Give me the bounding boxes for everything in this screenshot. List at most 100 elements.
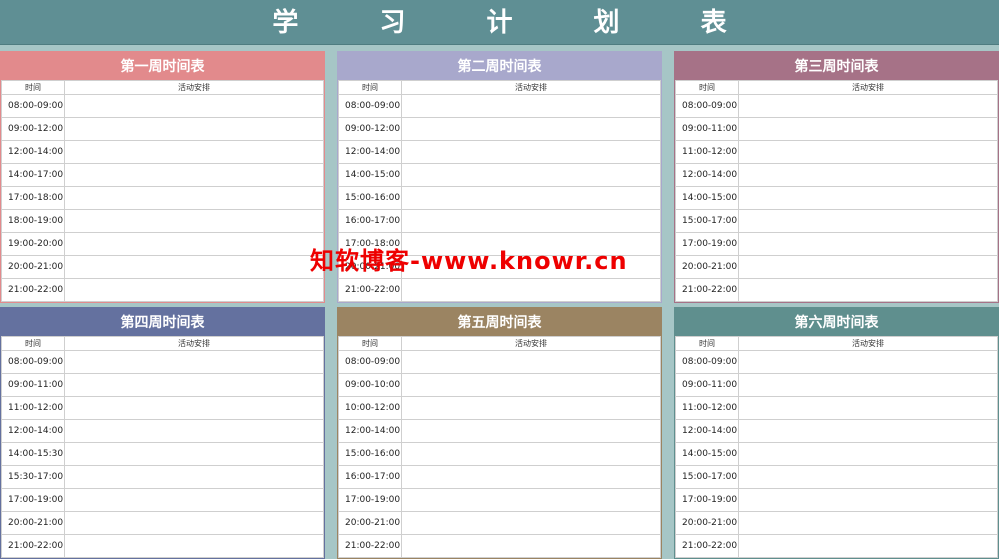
- activity-cell[interactable]: [738, 255, 998, 279]
- activity-cell[interactable]: [401, 511, 661, 535]
- table-row: 12:00-14:00: [675, 419, 998, 443]
- activity-cell[interactable]: [64, 278, 324, 302]
- time-slot: 17:00-19:00: [675, 232, 739, 256]
- table-row: 09:00-11:00: [675, 117, 998, 141]
- activity-cell[interactable]: [401, 94, 661, 118]
- activity-cell[interactable]: [738, 163, 998, 187]
- activity-cell[interactable]: [401, 350, 661, 374]
- activity-cell[interactable]: [64, 163, 324, 187]
- activity-cell[interactable]: [738, 350, 998, 374]
- time-slot: 15:00-17:00: [675, 465, 739, 489]
- time-slot: 17:00-18:00: [1, 186, 65, 210]
- activity-cell[interactable]: [401, 419, 661, 443]
- activity-cell[interactable]: [64, 255, 324, 279]
- activity-cell[interactable]: [738, 511, 998, 535]
- time-slot: 19:00-20:00: [1, 232, 65, 256]
- activity-cell[interactable]: [401, 186, 661, 210]
- week-panel-6: 第六周时间表 时间 活动安排 08:00-09:00 09:00-11:00 11:00-…: [674, 307, 999, 559]
- time-slot: 12:00-14:00: [338, 140, 402, 164]
- time-slot: 21:00-22:00: [338, 278, 402, 302]
- table-row: 09:00-12:00: [338, 117, 661, 141]
- time-slot: 17:00-19:00: [1, 488, 65, 512]
- activity-cell[interactable]: [64, 232, 324, 256]
- activity-cell[interactable]: [401, 117, 661, 141]
- activity-cell[interactable]: [401, 488, 661, 512]
- activity-cell[interactable]: [64, 350, 324, 374]
- table-row: 09:00-10:00: [338, 373, 661, 397]
- activity-cell[interactable]: [738, 186, 998, 210]
- activity-cell[interactable]: [738, 117, 998, 141]
- activity-cell[interactable]: [401, 442, 661, 466]
- activity-cell[interactable]: [738, 488, 998, 512]
- table-row: 14:00-17:00: [1, 163, 324, 187]
- watermark: 知软博客-www.knowr.cn: [310, 247, 628, 275]
- time-slot: 17:00-19:00: [675, 488, 739, 512]
- activity-cell[interactable]: [64, 442, 324, 466]
- table-row: 12:00-14:00: [675, 163, 998, 187]
- week-panel-title: 第一周时间表: [1, 52, 324, 80]
- time-slot: 09:00-11:00: [675, 117, 739, 141]
- activity-cell[interactable]: [64, 419, 324, 443]
- activity-cell[interactable]: [64, 94, 324, 118]
- table-row: 17:00-19:00: [675, 488, 998, 512]
- schedule-table: 时间 活动安排 08:00-09:00 09:00-11:00 11:00-12:00 1…: [1, 336, 324, 558]
- activity-cell[interactable]: [738, 396, 998, 420]
- activity-cell[interactable]: [738, 465, 998, 489]
- activity-cell[interactable]: [401, 140, 661, 164]
- table-row: 10:00-12:00: [338, 396, 661, 420]
- activity-cell[interactable]: [401, 209, 661, 233]
- schedule-table: 时间 活动安排 08:00-09:00 09:00-10:00 10:00-12:00 1…: [338, 336, 661, 558]
- table-row: 17:00-19:00: [675, 232, 998, 256]
- activity-cell[interactable]: [401, 278, 661, 302]
- activity-cell[interactable]: [738, 94, 998, 118]
- activity-cell[interactable]: [64, 465, 324, 489]
- table-row: 15:00-16:00: [338, 186, 661, 210]
- table-row: 09:00-11:00: [675, 373, 998, 397]
- time-slot: 15:30-17:00: [1, 465, 65, 489]
- table-row: 08:00-09:00: [338, 94, 661, 118]
- time-slot: 08:00-09:00: [338, 350, 402, 374]
- table-row: 12:00-14:00: [338, 419, 661, 443]
- activity-cell[interactable]: [64, 209, 324, 233]
- week-panel-1: 第一周时间表 时间 活动安排 08:00-09:00 09:00-12:00 12:00-…: [0, 51, 325, 303]
- table-row: 20:00-21:00: [1, 255, 324, 279]
- activity-cell[interactable]: [64, 396, 324, 420]
- activity-cell[interactable]: [738, 209, 998, 233]
- activity-cell[interactable]: [64, 186, 324, 210]
- activity-cell[interactable]: [64, 140, 324, 164]
- activity-cell[interactable]: [401, 396, 661, 420]
- activity-cell[interactable]: [738, 232, 998, 256]
- activity-cell[interactable]: [64, 488, 324, 512]
- activity-cell[interactable]: [738, 373, 998, 397]
- week-panel-title: 第四周时间表: [1, 308, 324, 336]
- activity-cell[interactable]: [64, 373, 324, 397]
- table-row: 21:00-22:00: [675, 278, 998, 302]
- activity-cell[interactable]: [738, 419, 998, 443]
- activity-cell[interactable]: [738, 140, 998, 164]
- activity-cell[interactable]: [401, 163, 661, 187]
- activity-cell[interactable]: [401, 534, 661, 558]
- schedule-table: 时间 活动安排 08:00-09:00 09:00-11:00 11:00-12:00 1…: [675, 80, 998, 302]
- time-slot: 12:00-14:00: [1, 140, 65, 164]
- activity-cell[interactable]: [64, 511, 324, 535]
- activity-cell[interactable]: [738, 534, 998, 558]
- time-slot: 14:00-17:00: [1, 163, 65, 187]
- table-row: 17:00-19:00: [1, 488, 324, 512]
- table-row: 21:00-22:00: [675, 534, 998, 558]
- header-activity: 活动安排: [401, 336, 661, 351]
- table-row: 14:00-15:00: [338, 163, 661, 187]
- activity-cell[interactable]: [64, 117, 324, 141]
- schedule-table: 时间 活动安排 08:00-09:00 09:00-12:00 12:00-14:00 1…: [1, 80, 324, 302]
- activity-cell[interactable]: [401, 465, 661, 489]
- activity-cell[interactable]: [401, 373, 661, 397]
- time-slot: 14:00-15:30: [1, 442, 65, 466]
- table-row: 11:00-12:00: [675, 396, 998, 420]
- time-slot: 08:00-09:00: [1, 94, 65, 118]
- table-row: 08:00-09:00: [1, 350, 324, 374]
- time-slot: 21:00-22:00: [338, 534, 402, 558]
- activity-cell[interactable]: [738, 442, 998, 466]
- activity-cell[interactable]: [64, 534, 324, 558]
- activity-cell[interactable]: [738, 278, 998, 302]
- table-row: 12:00-14:00: [1, 140, 324, 164]
- table-row: 15:00-16:00: [338, 442, 661, 466]
